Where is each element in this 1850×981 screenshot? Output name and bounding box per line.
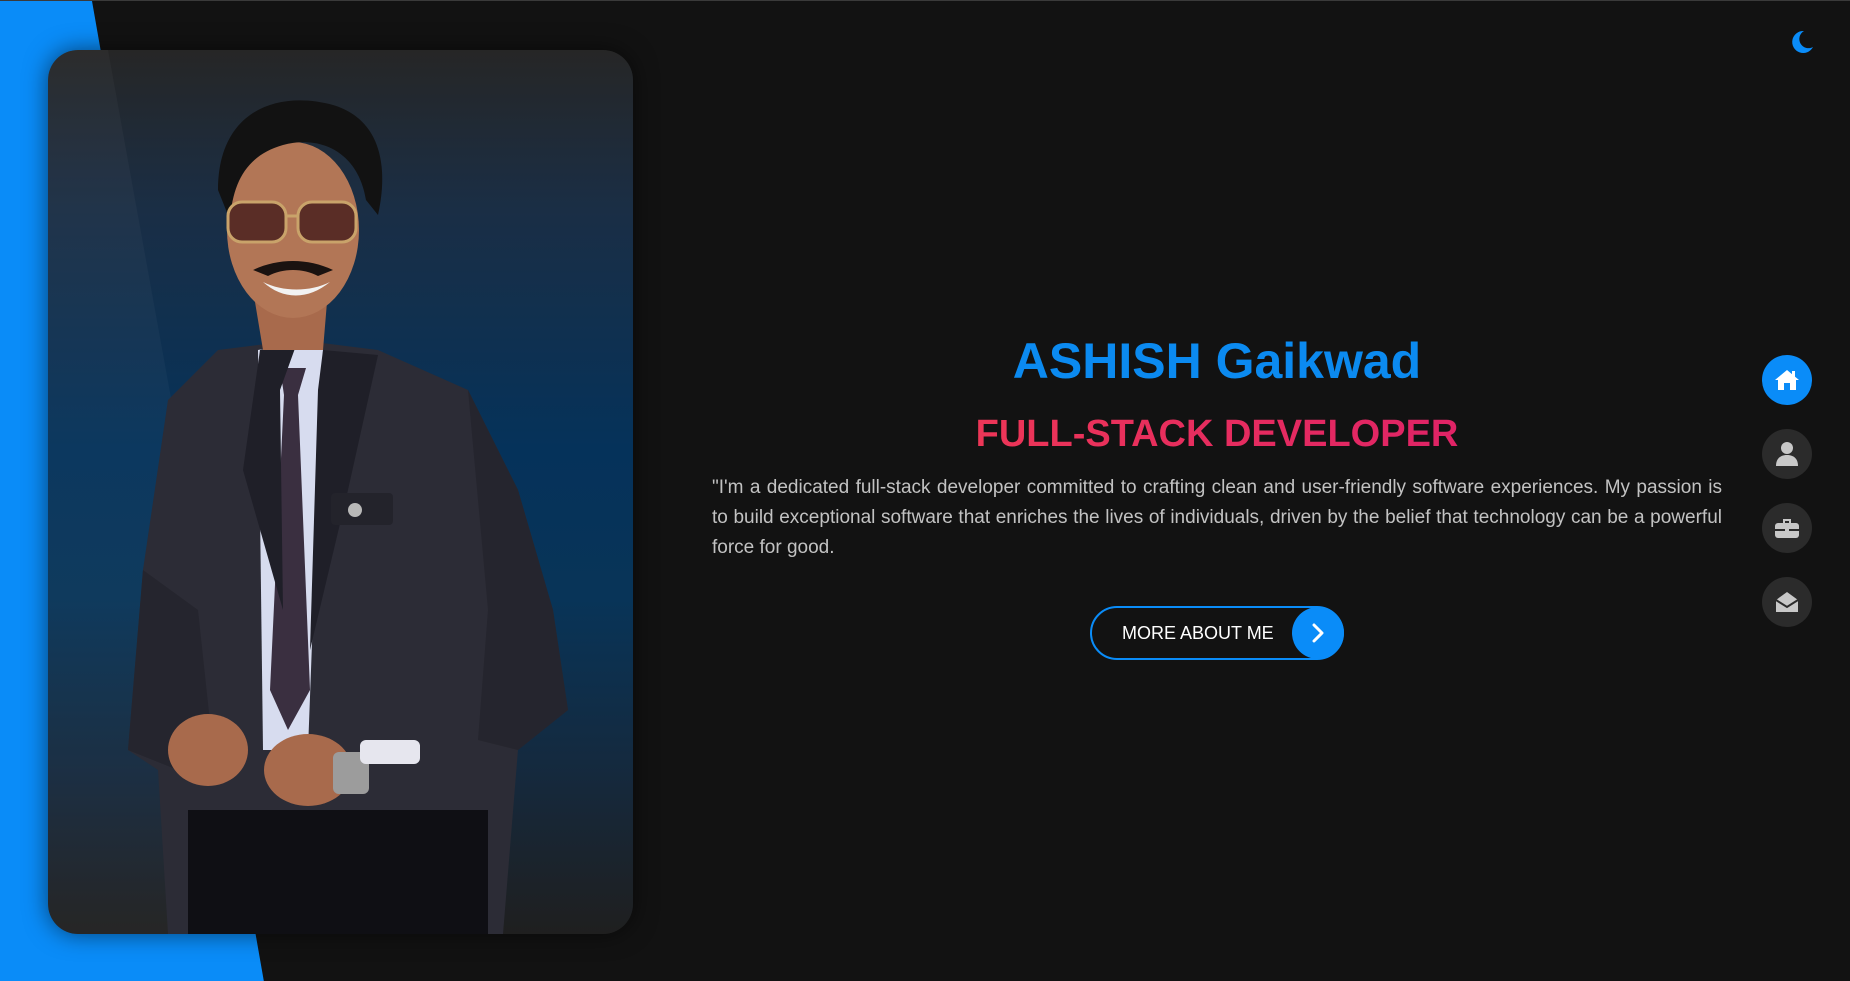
hero-content: ASHISH Gaikwad FULL-STACK DEVELOPER "I'm…: [712, 331, 1722, 660]
briefcase-icon: [1775, 519, 1799, 538]
portrait-illustration: [128, 100, 568, 934]
nav-contact-button[interactable]: [1762, 577, 1812, 627]
user-icon: [1776, 442, 1798, 466]
profile-photo: [48, 50, 633, 934]
nav-home-button[interactable]: [1762, 355, 1812, 405]
theme-toggle-button[interactable]: [1786, 27, 1816, 57]
envelope-open-icon: [1775, 592, 1799, 612]
hero-bio: "I'm a dedicated full-stack developer co…: [712, 477, 1722, 558]
hero-name: ASHISH Gaikwad: [1012, 333, 1422, 389]
hero-role: FULL-STACK DEVELOPER: [712, 411, 1722, 457]
chevron-right-icon: [1292, 607, 1344, 659]
more-about-me-label: MORE ABOUT ME: [1122, 623, 1274, 643]
home-icon: [1775, 370, 1799, 390]
more-about-me-button[interactable]: MORE ABOUT ME: [1090, 606, 1344, 660]
nav-about-button[interactable]: [1762, 429, 1812, 479]
nav-portfolio-button[interactable]: [1762, 503, 1812, 553]
home-page: ASHISH Gaikwad FULL-STACK DEVELOPER "I'm…: [0, 0, 1850, 981]
moon-icon: [1792, 30, 1813, 53]
